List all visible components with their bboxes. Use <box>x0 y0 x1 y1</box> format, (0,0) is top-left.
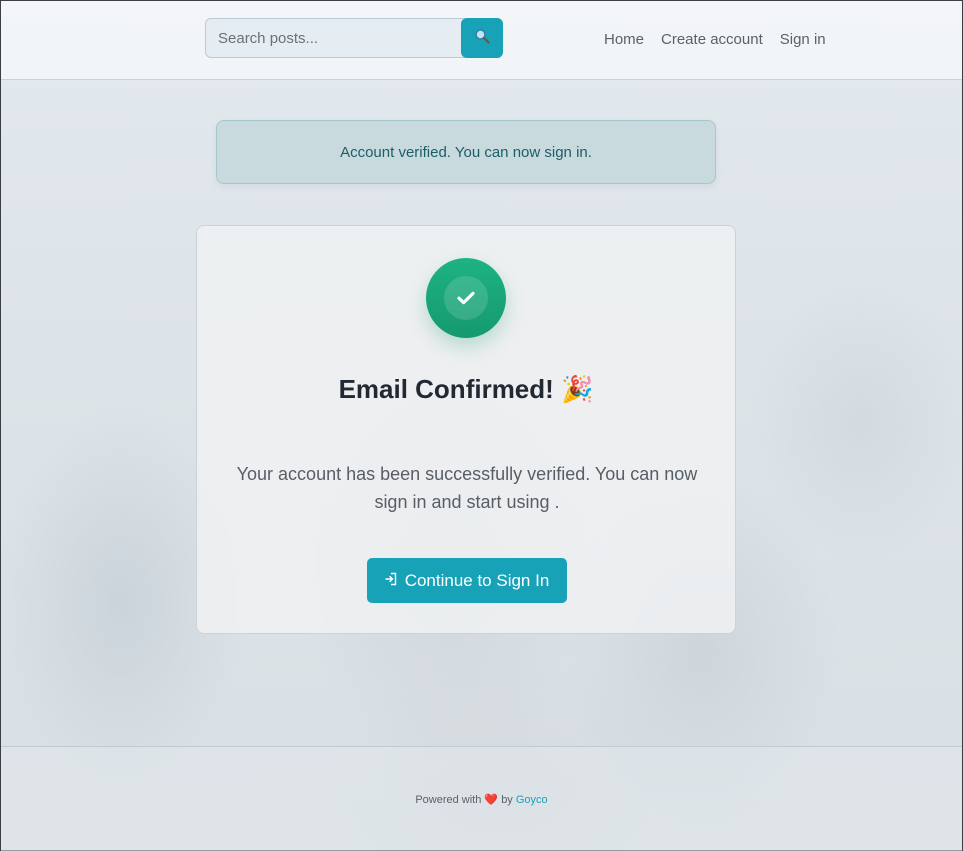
search-icon <box>474 28 490 49</box>
search-form <box>205 18 503 58</box>
powered-prefix: Powered with <box>415 794 482 806</box>
nav-sign-in-link[interactable]: Sign in <box>780 31 826 48</box>
confirmation-card: Email Confirmed! 🎉 Your account has been… <box>196 225 736 634</box>
success-alert: Account verified. You can now sign in. <box>216 120 716 184</box>
sign-in-icon <box>384 571 397 591</box>
nav-create-account-link[interactable]: Create account <box>661 31 763 48</box>
continue-to-sign-in-button[interactable]: Continue to Sign In <box>367 558 567 603</box>
search-input[interactable] <box>206 19 462 57</box>
confirmation-title: Email Confirmed! 🎉 <box>338 374 594 404</box>
goyco-link[interactable]: Goyco <box>516 794 548 806</box>
main-nav: Home Create account Sign in <box>604 31 826 48</box>
nav-home-link[interactable]: Home <box>604 31 644 48</box>
continue-button-label: Continue to Sign In <box>404 570 550 590</box>
alert-message: Account verified. You can now sign in. <box>340 143 592 161</box>
check-circle-icon <box>426 258 506 338</box>
search-button[interactable] <box>461 18 503 58</box>
heart-icon: ❤️ <box>484 794 499 806</box>
powered-by-text: Powered with ❤️ by Goyco <box>1 793 962 806</box>
powered-by-word: by <box>501 794 513 806</box>
top-navbar: Home Create account Sign in <box>1 1 962 80</box>
footer: Powered with ❤️ by Goyco <box>1 746 962 851</box>
confirmation-text: Your account has been successfully verif… <box>236 464 698 512</box>
